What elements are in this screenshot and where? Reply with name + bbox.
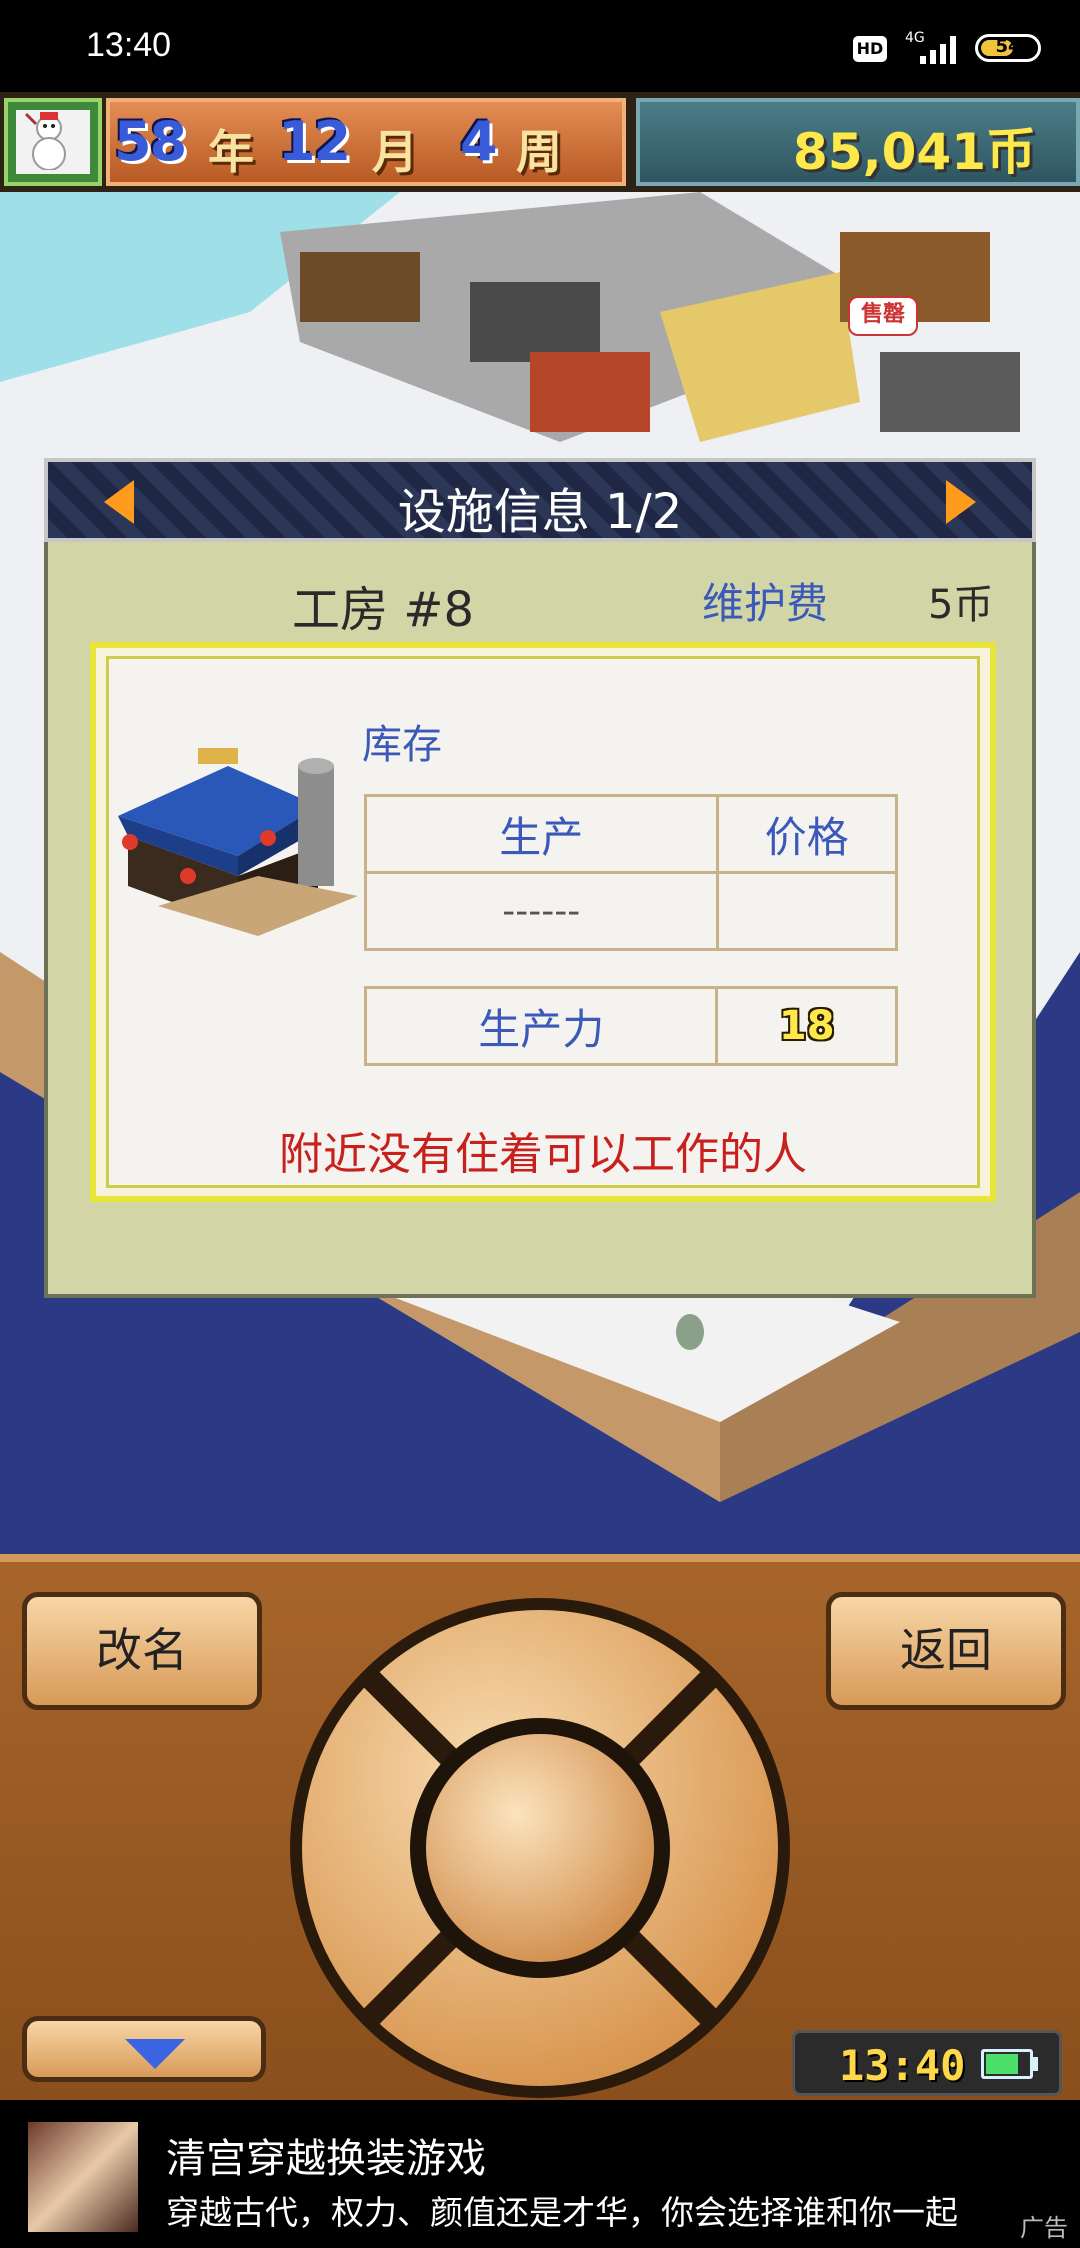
panel-body: 工房 #8 维护费 5币 库存 生产 价格 ------ 生产力 18 附近没有… (44, 542, 1036, 1298)
status-time: 13:40 (86, 26, 172, 64)
panel-title: 设施信息 1/2 (397, 484, 683, 540)
maintenance-label: 维护费 (702, 579, 829, 628)
table-row: ------ (364, 871, 899, 951)
capacity-value: 18 (715, 986, 898, 1066)
game-top-bar: 58 年 12 月 4 周 85,041币 (0, 92, 1080, 192)
warning-message: 附近没有住着可以工作的人 (279, 1129, 807, 1180)
status-bar: 13:40 HD 4G 54 (0, 0, 1080, 98)
ad-title[interactable]: 清宫穿越换装游戏 (166, 2126, 486, 2184)
back-button[interactable]: 返回 (826, 1592, 1066, 1710)
date-year: 58 (114, 110, 187, 173)
facility-name: 工房 #8 (292, 582, 475, 638)
game-date: 58 年 12 月 4 周 (106, 98, 626, 186)
advisor-avatar[interactable] (4, 98, 102, 186)
money-amount: 85,041币 (793, 123, 1036, 181)
production-table: 生产 价格 ------ (364, 794, 899, 951)
device-battery-icon (981, 2049, 1033, 2079)
ad-description[interactable]: 穿越古代，权力、颜值还是才华，你会选择谁和你一起 (166, 2186, 1006, 2234)
game-clock: 13:40 (792, 2030, 1062, 2096)
price-header: 价格 (715, 794, 899, 874)
rename-button[interactable]: 改名 (22, 1592, 262, 1710)
facility-detail-frame: 库存 生产 价格 ------ 生产力 18 附近没有住着可以工作的人 (90, 642, 996, 1202)
ad-banner[interactable]: 清宫穿越换装游戏 穿越古代，权力、颜值还是才华，你会选择谁和你一起 广告 (0, 2100, 1080, 2248)
date-month-unit: 月 (372, 125, 418, 179)
dpad-center-button[interactable] (426, 1734, 654, 1962)
date-month: 12 (278, 110, 351, 173)
chevron-down-icon (125, 2039, 185, 2069)
sold-out-sign: 售罄 (848, 296, 918, 336)
date-week-unit: 周 (516, 125, 562, 179)
price-cell (715, 871, 899, 951)
date-year-unit: 年 (208, 125, 254, 179)
controller-panel: 改名 返回 13:40 (0, 1554, 1080, 2100)
dpad[interactable] (290, 1598, 790, 2098)
maintenance-value: 5币 (928, 582, 994, 628)
capacity-table: 生产力 18 (363, 986, 898, 1066)
panel-header: 设施信息 1/2 (44, 458, 1036, 542)
money-display: 85,041币 (636, 98, 1080, 186)
ad-thumbnail[interactable] (28, 2122, 138, 2232)
table-header-row: 生产 价格 (364, 794, 899, 874)
signal-icon (920, 36, 956, 64)
hd-badge: HD (853, 36, 887, 62)
menu-toggle-button[interactable] (22, 2016, 266, 2082)
battery-icon: 54 (975, 34, 1041, 62)
next-page-arrow-icon[interactable] (946, 480, 976, 524)
ad-tag: 广告 (1020, 2214, 1068, 2242)
production-cell: ------ (364, 871, 719, 951)
date-week: 4 (460, 110, 498, 173)
battery-level: 54 (995, 36, 1021, 57)
game-clock-time: 13:40 (839, 2041, 966, 2090)
facility-info-panel: 设施信息 1/2 工房 #8 维护费 5币 库存 生产 价格 ------ 生产… (44, 458, 1036, 1298)
workshop-building-icon (118, 748, 358, 936)
snowman-icon (24, 112, 66, 171)
production-header: 生产 (364, 794, 719, 874)
stock-label: 库存 (362, 722, 442, 768)
capacity-label: 生产力 (363, 986, 719, 1066)
